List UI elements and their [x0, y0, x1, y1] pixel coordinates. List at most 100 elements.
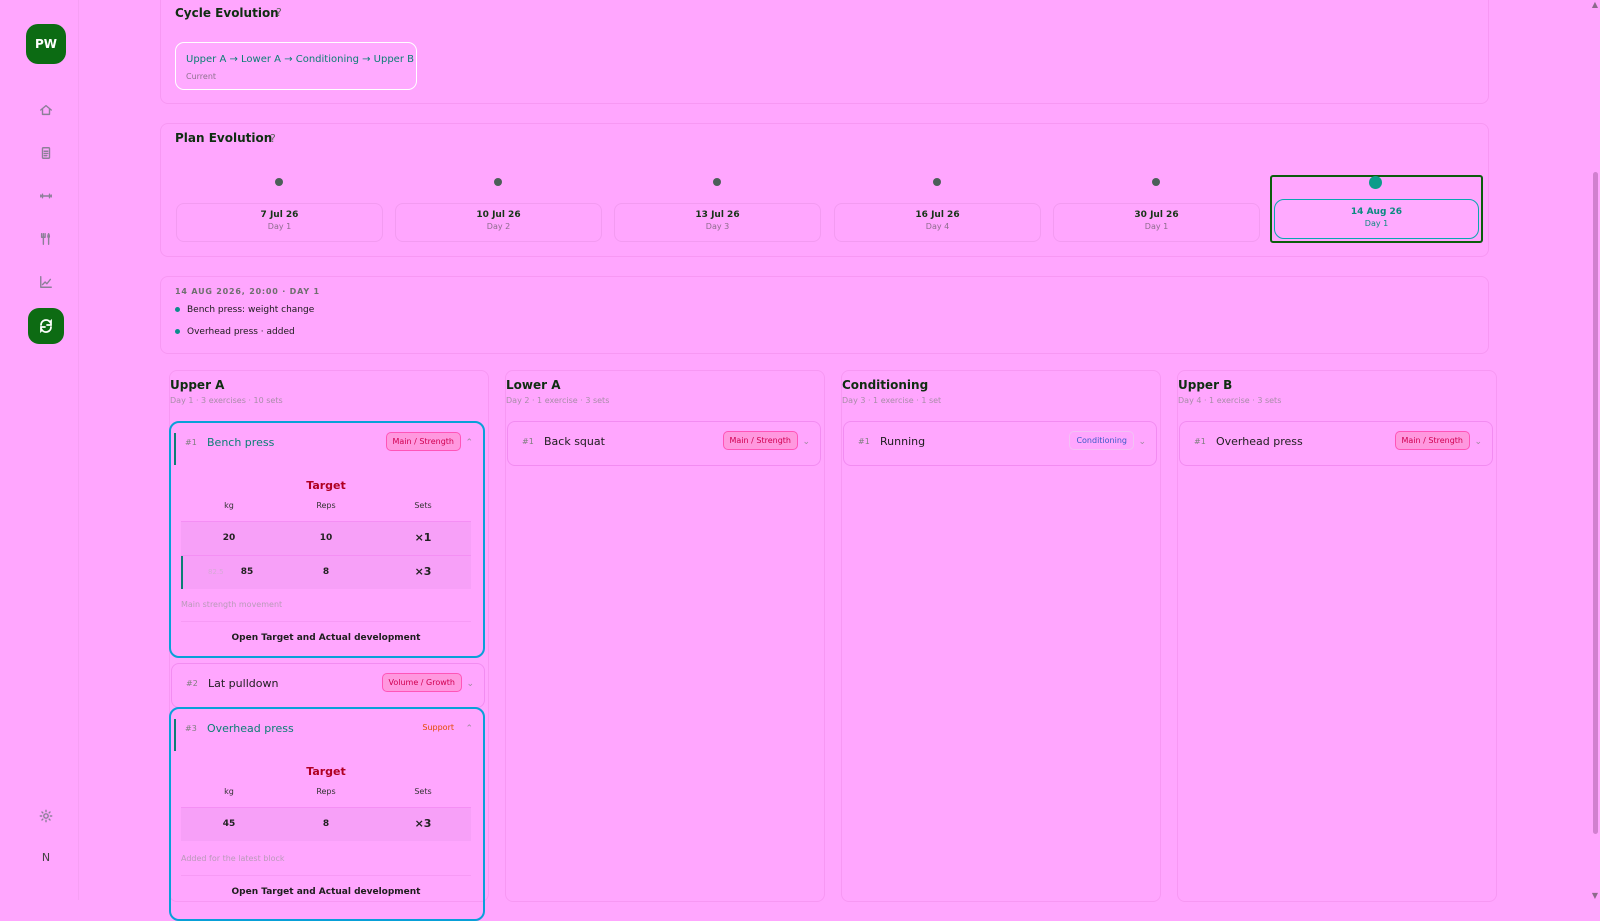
timeline-date: 16 Jul 26: [915, 210, 960, 220]
timeline-date: 14 Aug 26: [1350, 207, 1403, 217]
exercise-card-back-squat[interactable]: #1 Back squat Main / Strength ⌄: [507, 421, 821, 466]
timeline-dot: [1152, 178, 1160, 186]
target-table: Target kg Reps Sets 45 8 ×3: [181, 755, 471, 841]
target-table: Target kg Reps Sets 20 10 ×1 82.5 85 8 ×…: [181, 469, 471, 589]
open-development-link[interactable]: Open Target and Actual development: [181, 621, 471, 643]
target-header-kg: kg: [224, 787, 234, 796]
timeline-day: Day 2: [486, 222, 511, 231]
day-title: Conditioning: [842, 378, 929, 392]
chevron-down-icon[interactable]: ⌄: [466, 679, 474, 689]
timeline-selected-dot: [1369, 176, 1382, 189]
chevron-up-icon[interactable]: ⌃: [465, 438, 473, 448]
target-sets: ×3: [414, 565, 432, 578]
target-row-changed: 82.5 85 8 ×3: [181, 555, 471, 589]
timeline-item[interactable]: 7 Jul 26 Day 1: [176, 203, 383, 242]
exercise-tag: Conditioning: [1069, 431, 1134, 450]
target-reps: 10: [319, 533, 333, 543]
timeline-item-selected[interactable]: 14 Aug 26 Day 1: [1274, 199, 1479, 239]
exercise-name: Bench press: [207, 436, 275, 449]
exercise-tag: Main / Strength: [385, 432, 461, 451]
day-column-upper-a: Upper A Day 1 · 3 exercises · 10 sets #1…: [169, 370, 489, 921]
chart-icon[interactable]: [36, 272, 56, 292]
timeline-item[interactable]: 30 Jul 26 Day 1: [1053, 203, 1260, 242]
day-meta: Day 1 · 3 exercises · 10 sets: [170, 396, 283, 405]
day-column-lower-a: Lower A Day 2 · 1 exercise · 3 sets #1 B…: [505, 370, 825, 902]
user-avatar[interactable]: N: [38, 851, 54, 864]
timeline-day: Day 3: [705, 222, 730, 231]
target-row: 20 10 ×1: [181, 521, 471, 555]
exercise-tag: Main / Strength: [722, 431, 798, 450]
timeline-day: Day 1: [1364, 219, 1389, 228]
exercise-card-lat-pulldown[interactable]: #2 Lat pulldown Volume / Growth ⌄: [171, 663, 485, 708]
day-meta: Day 4 · 1 exercise · 3 sets: [1178, 396, 1282, 405]
dumbbell-icon[interactable]: [36, 186, 56, 206]
changed-row-marker: [181, 556, 183, 589]
vertical-scrollbar[interactable]: ▲ ▼: [1588, 0, 1600, 900]
exercise-note: Added for the latest block: [181, 854, 285, 863]
target-kg: 20: [222, 533, 236, 543]
change-details-panel: 14 AUG 2026, 20:00 · DAY 1 Bench press: …: [160, 276, 1489, 354]
timeline-day: Day 1: [267, 222, 292, 231]
exercise-note: Main strength movement: [181, 600, 283, 609]
target-header-sets: Sets: [414, 501, 432, 510]
exercise-name: Running: [880, 435, 926, 448]
scroll-up-icon[interactable]: ▲: [1592, 0, 1598, 9]
timeline-day: Day 4: [925, 222, 950, 231]
chevron-down-icon[interactable]: ⌄: [1138, 437, 1146, 447]
target-row: 45 8 ×3: [181, 807, 471, 841]
cycle-icon[interactable]: [28, 308, 64, 344]
timeline-date: 30 Jul 26: [1134, 210, 1179, 220]
exercise-card-bench-press[interactable]: #1 Bench press Main / Strength ⌃ Target …: [169, 421, 485, 658]
day-meta: Day 3 · 1 exercise · 1 set: [842, 396, 942, 405]
target-reps: 8: [322, 567, 330, 577]
current-cycle-card[interactable]: Upper A → Lower A → Conditioning → Upper…: [175, 42, 417, 90]
day-title: Upper B: [1178, 378, 1233, 392]
chevron-down-icon[interactable]: ⌄: [802, 437, 810, 447]
timeline-item[interactable]: 10 Jul 26 Day 2: [395, 203, 602, 242]
target-kg: 45: [222, 819, 236, 829]
chevron-up-icon[interactable]: ⌃: [465, 724, 473, 734]
home-icon[interactable]: [36, 100, 56, 120]
target-sets: ×1: [414, 531, 432, 544]
timeline-item[interactable]: 16 Jul 26 Day 4: [834, 203, 1041, 242]
timeline-day: Day 1: [1144, 222, 1169, 231]
scroll-thumb[interactable]: [1593, 172, 1598, 834]
day-column-conditioning: Conditioning Day 3 · 1 exercise · 1 set …: [841, 370, 1161, 902]
app-logo[interactable]: PW: [26, 24, 66, 64]
exercise-name: Overhead press: [1216, 435, 1303, 448]
document-icon[interactable]: [36, 143, 56, 163]
utensils-icon[interactable]: [36, 229, 56, 249]
timeline-dot: [933, 178, 941, 186]
exercise-number: #1: [1194, 437, 1206, 446]
scroll-down-icon[interactable]: ▼: [1592, 891, 1598, 900]
timeline-date: 7 Jul 26: [260, 210, 299, 220]
day-meta: Day 2 · 1 exercise · 3 sets: [506, 396, 610, 405]
cycle-path: Upper A → Lower A → Conditioning → Upper…: [186, 54, 414, 65]
target-sets: ×3: [414, 817, 432, 830]
exercise-card-running[interactable]: #1 Running Conditioning ⌄: [843, 421, 1157, 466]
chevron-down-icon[interactable]: ⌄: [1474, 437, 1482, 447]
target-header-sets: Sets: [414, 787, 432, 796]
exercise-name: Back squat: [544, 435, 605, 448]
exercise-tag: Volume / Growth: [381, 673, 462, 692]
exercise-number: #1: [858, 437, 870, 446]
plan-help-icon[interactable]: ?: [270, 132, 276, 145]
target-reps: 8: [322, 819, 330, 829]
timeline-item[interactable]: 13 Jul 26 Day 3: [614, 203, 821, 242]
exercise-tag: Support: [422, 723, 454, 732]
cycle-help-icon[interactable]: ?: [276, 6, 282, 19]
settings-icon[interactable]: [36, 806, 56, 826]
cycle-current-label: Current: [186, 72, 217, 81]
exercise-number: #1: [522, 437, 534, 446]
exercise-number: #1: [185, 438, 197, 447]
timeline-dot: [713, 178, 721, 186]
open-development-link[interactable]: Open Target and Actual development: [181, 875, 471, 897]
exercise-card-overhead-press[interactable]: #3 Overhead press Support ⌃ Target kg Re…: [169, 707, 485, 921]
exercise-card-overhead-press[interactable]: #1 Overhead press Main / Strength ⌄: [1179, 421, 1493, 466]
change-item: Overhead press · added: [175, 327, 295, 337]
sidebar: PW N: [0, 0, 79, 900]
timeline-dot: [494, 178, 502, 186]
exercise-name: Overhead press: [207, 722, 294, 735]
timeline-dot: [275, 178, 283, 186]
day-column-upper-b: Upper B Day 4 · 1 exercise · 3 sets #1 O…: [1177, 370, 1497, 902]
